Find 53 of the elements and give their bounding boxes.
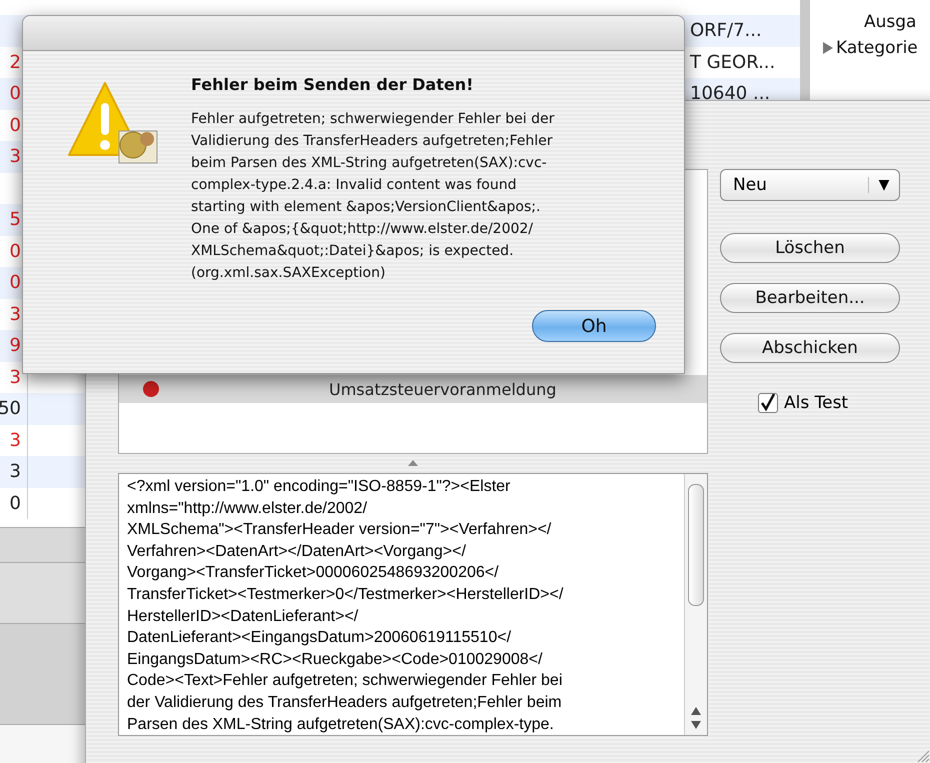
code-line: Code><Text>Fehler aufgetreten; schwerwiegender Fehler bei bbox=[127, 671, 564, 692]
code-line: xmlns="http://www.elster.de/2002/ bbox=[127, 498, 368, 519]
code-line: EingangsDatum><RC><Rueckgabe><Code>010029008</ bbox=[127, 650, 544, 670]
scroll-down-icon[interactable] bbox=[691, 721, 701, 729]
amount-cell: 2 bbox=[10, 52, 21, 73]
amount-cell: 3 bbox=[10, 366, 21, 388]
amount-cell: 9 bbox=[10, 335, 21, 356]
table-cell: 10640 ... bbox=[690, 83, 770, 104]
code-line: <?xml version="1.0" encoding="ISO-8859-1"?><Elster bbox=[127, 477, 512, 497]
code-line: HerstellerID><DatenLieferant></ bbox=[127, 606, 360, 627]
sidebar-item[interactable]: Kategorie bbox=[822, 38, 930, 58]
amount-cell: 0 bbox=[10, 240, 21, 262]
amount-cell: 3 bbox=[10, 430, 21, 451]
code-line: TransferTicket><Testmerker>0</Testmerker><HerstellerID></ bbox=[127, 584, 564, 605]
list-item[interactable]: Umsatzsteuervoranmeldung bbox=[119, 375, 707, 403]
amount-cell: 0 bbox=[10, 492, 21, 514]
scroll-up-icon[interactable] bbox=[691, 707, 701, 715]
amount-cell: 0 bbox=[10, 83, 21, 104]
message-line: starting with element &apos;VersionClient&apos;. bbox=[191, 198, 542, 217]
push-button[interactable]: Abschicken bbox=[720, 333, 900, 363]
popup-menu[interactable]: Neu ▼ bbox=[720, 169, 900, 201]
amount-cell: 3 bbox=[10, 304, 21, 325]
amount-cell: 3 bbox=[10, 461, 21, 482]
amount-cell: 3 bbox=[10, 146, 21, 168]
message-line: (org.xml.sax.SAXException) bbox=[191, 264, 386, 283]
code-line: DatenLieferant><EingangsDatum>20060619115510</ bbox=[127, 628, 512, 648]
code-line: Parsen des XML-String aufgetreten(SAX):cvc-complex-type. bbox=[127, 714, 555, 735]
checkbox-label: Als Test bbox=[784, 393, 848, 413]
message-line: XMLSchema&quot;:Datei}&apos; is expected. bbox=[191, 242, 515, 261]
amount-cell: 0 bbox=[10, 272, 21, 294]
splitter-handle-icon[interactable] bbox=[408, 460, 418, 466]
message-line: Validierung des TransferHeaders aufgetreten;Fehler bbox=[191, 132, 554, 151]
amount-cell: 5 bbox=[10, 209, 21, 230]
table-cell: ORF/7... bbox=[690, 20, 762, 42]
scroll-bar[interactable] bbox=[684, 474, 707, 735]
amount-cell: 0 bbox=[10, 114, 21, 136]
code-line: Vorgang><TransferTicket>0000602548693200206</ bbox=[127, 563, 500, 584]
alert-title: Fehler beim Senden der Daten! bbox=[191, 75, 474, 94]
push-button[interactable]: Löschen bbox=[720, 233, 900, 263]
checkbox[interactable] bbox=[758, 393, 778, 413]
message-line: complex-type.2.4.a: Invalid content was found bbox=[191, 176, 518, 195]
code-line: Verfahren><DatenArt></DatenArt><Vorgang></ bbox=[127, 542, 467, 562]
push-button[interactable]: Bearbeiten... bbox=[720, 283, 900, 313]
message-line: One of &apos;{&quot;http://www.elster.de/2002/ bbox=[191, 220, 534, 239]
sidebar-heading: Ausga bbox=[863, 12, 918, 32]
message-line: Fehler aufgetreten; schwerwiegender Fehler bei der bbox=[191, 110, 556, 129]
ok-button[interactable]: Oh bbox=[532, 310, 656, 342]
xml-text-area[interactable] bbox=[118, 473, 708, 736]
code-line: XMLSchema"><TransferHeader version="7"><Verfahren></ bbox=[127, 520, 552, 540]
disclosure-triangle-icon[interactable] bbox=[822, 42, 834, 54]
code-line: der Validierung des TransferHeaders aufgetreten;Fehler beim bbox=[127, 692, 563, 713]
table-cell: T GEOR... bbox=[690, 52, 776, 73]
message-line: beim Parsen des XML-String aufgetreten(SAX):cvc- bbox=[191, 154, 548, 173]
